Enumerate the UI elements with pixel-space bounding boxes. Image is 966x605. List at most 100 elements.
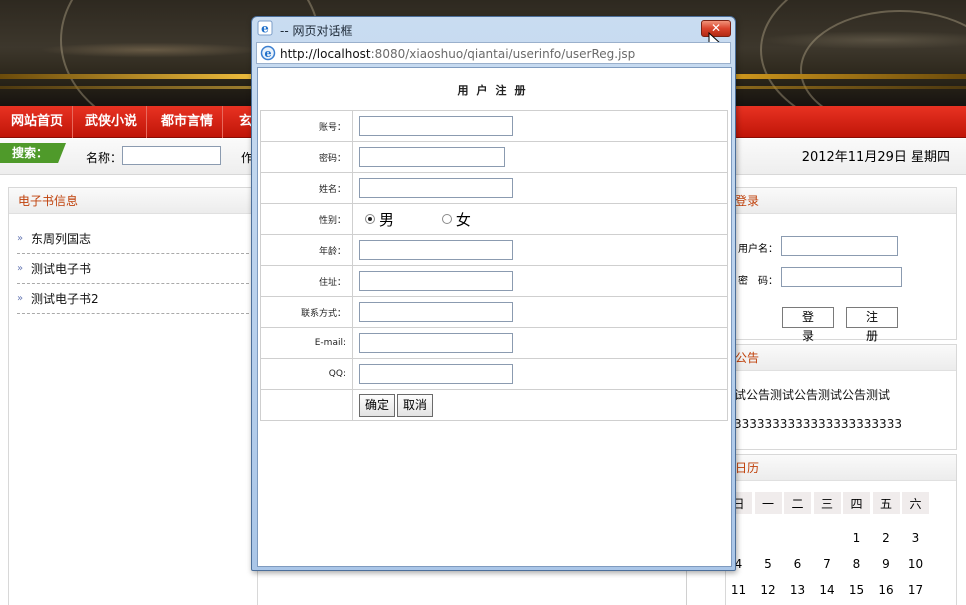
login-password-label: 密 码： bbox=[738, 276, 778, 287]
calendar-day[interactable]: 10 bbox=[901, 552, 930, 576]
ie-icon: e bbox=[257, 20, 273, 36]
nav-wuxia[interactable]: 武侠小说 bbox=[76, 106, 148, 138]
calendar-day[interactable]: 1 bbox=[842, 526, 871, 550]
form-cell bbox=[352, 110, 728, 142]
calendar-weekday: 二 bbox=[783, 491, 812, 515]
form-cell bbox=[352, 296, 728, 328]
calendar-day[interactable]: 8 bbox=[842, 552, 871, 576]
form-row: 确定 取消 bbox=[260, 389, 728, 421]
form-row: 联系方式： bbox=[260, 296, 728, 328]
ebook-item[interactable]: » 测试电子书2 bbox=[17, 284, 249, 314]
gender-female-radio[interactable] bbox=[441, 214, 452, 224]
calendar-weekday: 五 bbox=[871, 491, 901, 515]
ebook-link[interactable]: 东周列国志 bbox=[31, 232, 91, 246]
calendar-day[interactable]: 7 bbox=[813, 552, 842, 576]
ebook-link[interactable]: 测试电子书 bbox=[31, 262, 91, 276]
page-icon: e bbox=[260, 45, 276, 61]
form-row: 账号： bbox=[260, 110, 728, 142]
form-row: 住址： bbox=[260, 265, 728, 297]
calendar-weekday: 四 bbox=[842, 491, 871, 515]
ebook-link[interactable]: 测试电子书2 bbox=[31, 292, 99, 306]
calendar-day[interactable]: 2 bbox=[872, 526, 901, 550]
calendar-day[interactable]: 5 bbox=[754, 552, 783, 576]
password-label: 密码： bbox=[260, 141, 353, 173]
search-name-label: 名称： bbox=[86, 151, 123, 165]
email-input[interactable] bbox=[359, 333, 513, 353]
bullet-icon: » bbox=[17, 263, 24, 274]
nav-home[interactable]: 网站首页 bbox=[2, 106, 74, 138]
qq-input[interactable] bbox=[359, 364, 513, 384]
ebook-list: » 东周列国志 » 测试电子书 » 测试电子书2 bbox=[9, 214, 257, 314]
ebook-panel-title: 电子书信息 bbox=[9, 188, 257, 214]
calendar-day[interactable]: 16 bbox=[872, 578, 901, 602]
calendar-day[interactable]: 15 bbox=[842, 578, 871, 602]
address-input[interactable] bbox=[359, 271, 513, 291]
form-cell bbox=[352, 327, 728, 359]
ebook-panel: 电子书信息 » 东周列国志 » 测试电子书 » 测试电子书2 bbox=[8, 187, 258, 605]
password-input[interactable] bbox=[359, 147, 505, 167]
registration-form: 账号： 密码： 姓名： 性别： 男 女 年龄： 住址： 联系方式： E-mail… bbox=[260, 110, 728, 421]
account-input[interactable] bbox=[359, 116, 513, 136]
ok-button[interactable]: 确定 bbox=[359, 393, 396, 417]
calendar-panel: 日历 日一二三四五六 1 2 3 4 5 6 7 8 9 10 11 12 13 14 15 16 17 bbox=[724, 454, 957, 605]
gender-label: 性别： bbox=[260, 203, 353, 235]
login-username-input[interactable] bbox=[781, 236, 898, 256]
calendar-day[interactable]: 12 bbox=[754, 578, 783, 602]
form-row: E-mail: bbox=[260, 327, 728, 359]
form-title: 用户注册 bbox=[457, 84, 534, 97]
address-host: http://localhost bbox=[280, 47, 371, 61]
form-row: 姓名： bbox=[260, 172, 728, 204]
ebook-item[interactable]: » 东周列国志 bbox=[17, 224, 249, 254]
gender-male-radio[interactable] bbox=[365, 214, 375, 224]
dialog-titlebar[interactable]: e -- 网页对话框 ✕ bbox=[252, 17, 735, 53]
current-date: 2012年11月29日 星期四 bbox=[801, 150, 950, 165]
calendar-day[interactable]: 14 bbox=[813, 578, 842, 602]
calendar-day[interactable]: 9 bbox=[872, 552, 901, 576]
notice-panel-title: 公告 bbox=[726, 345, 956, 371]
gender-male-label: 男 bbox=[379, 210, 395, 229]
calendar-day[interactable]: 17 bbox=[901, 578, 930, 602]
calendar-panel-title: 日历 bbox=[726, 455, 956, 481]
web-dialog: e -- 网页对话框 ✕ e http://localhost:8080/xia… bbox=[251, 16, 736, 571]
svg-text:e: e bbox=[261, 22, 269, 36]
nav-urban-romance[interactable]: 都市言情 bbox=[152, 106, 224, 138]
address-label: 住址： bbox=[260, 265, 353, 297]
calendar-day[interactable]: 13 bbox=[783, 578, 812, 602]
form-cell bbox=[352, 358, 728, 390]
notice-content: 试公告测试公告测试公告测试 3333333333333333333333 bbox=[726, 371, 956, 439]
login-button[interactable]: 登 录 bbox=[782, 307, 834, 343]
login-password-input[interactable] bbox=[781, 267, 902, 287]
dialog-title: -- 网页对话框 bbox=[280, 24, 353, 38]
dialog-content: 用户注册 账号： 密码： 姓名： 性别： 男 女 年龄： 住址： 联系方式： E… bbox=[257, 67, 732, 567]
account-label: 账号： bbox=[260, 110, 353, 142]
notice-line: 3333333333333333333333 bbox=[734, 417, 902, 431]
form-cell bbox=[352, 141, 728, 173]
contact-input[interactable] bbox=[359, 302, 513, 322]
form-row: 密码： bbox=[260, 141, 728, 173]
login-panel: 登录 用户名： 密 码： 登 录 注 册 bbox=[725, 187, 957, 343]
bullet-icon: » bbox=[17, 233, 24, 244]
calendar-day[interactable]: 6 bbox=[783, 552, 812, 576]
register-button[interactable]: 注 册 bbox=[846, 307, 898, 343]
form-cell bbox=[352, 234, 728, 266]
ebook-item[interactable]: » 测试电子书 bbox=[17, 254, 249, 284]
form-cell bbox=[352, 172, 728, 204]
svg-text:e: e bbox=[265, 47, 272, 60]
calendar-weekday: 一 bbox=[753, 491, 783, 515]
login-username-label: 用户名： bbox=[738, 244, 778, 255]
form-cell: 确定 取消 bbox=[352, 389, 728, 421]
age-input[interactable] bbox=[359, 240, 513, 260]
form-row: QQ: bbox=[260, 358, 728, 390]
address-url: http://localhost:8080/xiaoshuo/qiantai/u… bbox=[280, 47, 635, 61]
notice-panel: 公告 试公告测试公告测试公告测试 3333333333333333333333 bbox=[725, 344, 957, 450]
cancel-button[interactable]: 取消 bbox=[397, 393, 434, 417]
name-input[interactable] bbox=[359, 178, 513, 198]
calendar-day[interactable]: 11 bbox=[724, 578, 753, 602]
form-row: 性别： 男 女 bbox=[260, 203, 728, 235]
search-name-input[interactable] bbox=[122, 146, 221, 165]
notice-line: 试公告测试公告测试公告测试 bbox=[734, 388, 891, 402]
gender-female-label: 女 bbox=[455, 210, 471, 229]
address-bar[interactable]: e http://localhost:8080/xiaoshuo/qiantai… bbox=[256, 42, 731, 64]
form-cell: 男 女 bbox=[352, 203, 728, 235]
calendar-day[interactable]: 3 bbox=[901, 526, 930, 550]
